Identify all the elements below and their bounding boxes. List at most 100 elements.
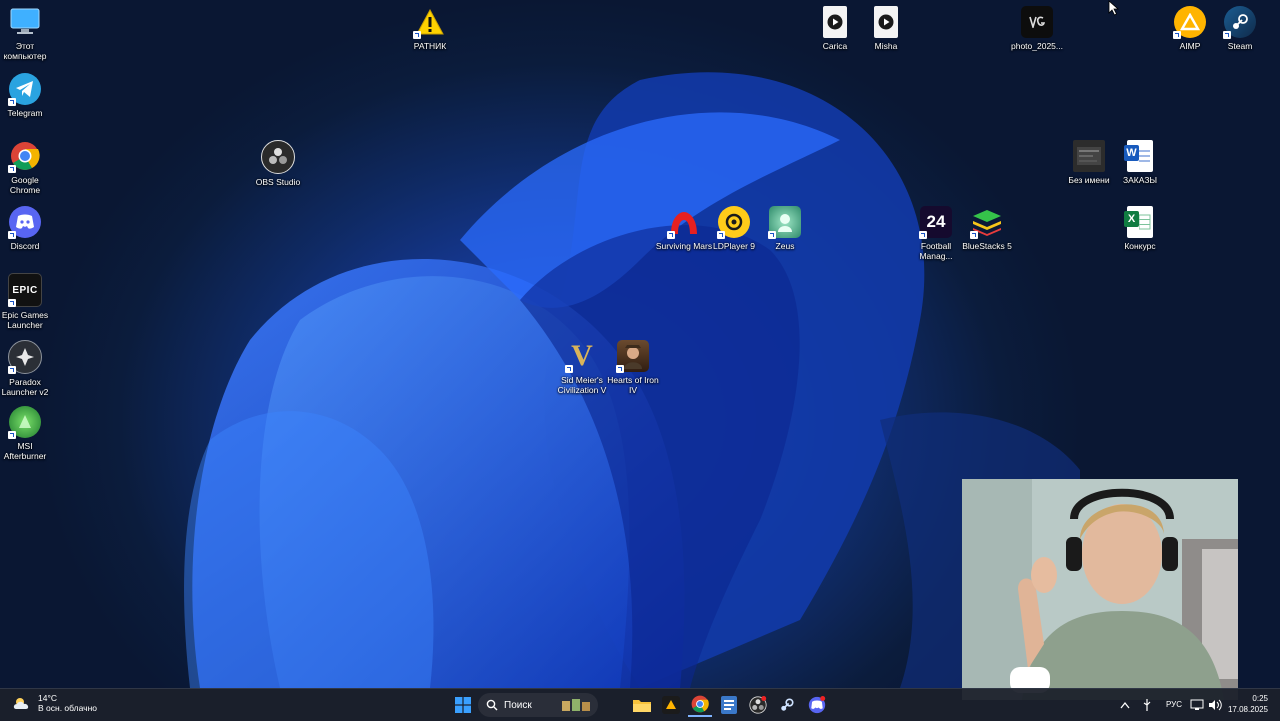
usb-icon[interactable] — [1142, 699, 1152, 711]
ldplayer-icon — [717, 206, 750, 239]
steam-icon — [1223, 6, 1256, 39]
desktop-icon-discord[interactable]: Discord — [0, 206, 54, 251]
desktop-icon-misha[interactable]: Misha — [857, 6, 915, 51]
volume-icon[interactable] — [1208, 699, 1222, 711]
taskbar-chrome[interactable] — [688, 693, 712, 717]
desktop-icon-label: Google Chrome — [9, 175, 41, 195]
hearts-of-iron-icon — [616, 340, 649, 373]
taskbar-discord[interactable] — [805, 693, 829, 717]
chrome-icon — [691, 695, 709, 713]
weather-widget[interactable]: 14°C В осн. облачно — [12, 693, 97, 713]
warning-icon — [413, 6, 446, 39]
bluestacks-icon — [970, 206, 1003, 239]
excel-document-icon: X — [1124, 206, 1153, 238]
mouse-cursor — [1108, 0, 1120, 16]
desktop-icon-zeus[interactable]: Zeus — [756, 206, 814, 251]
desktop-icon-label: Zeus — [775, 241, 795, 251]
taskbar-obs[interactable] — [746, 693, 770, 717]
pinned-app-icon — [662, 696, 680, 714]
zeus-icon — [768, 206, 801, 239]
system-tray: РУС 0:25 17.08.2025 — [1110, 689, 1280, 721]
desktop-icon-label: Telegram — [7, 108, 43, 118]
video-file-icon — [874, 6, 898, 38]
network-icon[interactable] — [1190, 699, 1204, 711]
video-file-icon — [823, 6, 847, 38]
weather-condition: В осн. облачно — [38, 703, 97, 713]
notepad-icon — [721, 696, 737, 714]
desktop-icon-label: Без имени — [1068, 175, 1110, 185]
paradox-icon — [8, 340, 42, 374]
desktop-icon-google-chrome[interactable]: Google Chrome — [0, 140, 54, 195]
taskbar-steam[interactable] — [775, 693, 799, 717]
desktop-icon-msi-afterburner[interactable]: MSI Afterburner — [0, 406, 54, 461]
desktop-icon-ratnik[interactable]: РАТНИК — [401, 6, 459, 51]
desktop-icon-label: Epic Games Launcher — [1, 310, 49, 330]
file-explorer-icon — [633, 700, 651, 712]
obs-icon — [749, 696, 767, 714]
desktop-icon-label: LDPlayer 9 — [712, 241, 756, 251]
desktop-icon-label: Carica — [822, 41, 848, 51]
telegram-icon — [8, 73, 41, 106]
epic-games-icon: EPIC — [8, 273, 42, 307]
desktop-icon-label: Paradox Launcher v2 — [1, 377, 49, 397]
surviving-mars-icon — [667, 206, 700, 239]
desktop-icon-bluestacks[interactable]: BlueStacks 5 — [958, 206, 1016, 251]
desktop-icon-civilization-v[interactable]: V Sid Meier's Civilization V — [553, 339, 611, 395]
aimp-icon — [1173, 6, 1206, 39]
desktop-icon-obs-studio[interactable]: OBS Studio — [249, 140, 307, 187]
image-file-icon — [1021, 6, 1053, 38]
webcam-person-image — [962, 479, 1238, 700]
widgets-icon — [562, 699, 590, 711]
weather-cloud-icon — [13, 698, 29, 709]
desktop-icon-label: Hearts of Iron IV — [607, 375, 659, 395]
discord-icon — [8, 206, 41, 239]
taskbar-file-explorer[interactable] — [630, 693, 654, 717]
football-manager-icon: 24 — [919, 206, 952, 239]
desktop-icon-photo-2025[interactable]: photo_2025... — [1008, 6, 1066, 51]
monitor-icon — [9, 6, 41, 38]
image-file-icon — [1073, 140, 1105, 172]
desktop-icon-label: Этот компьютер — [3, 41, 47, 61]
desktop-icon-ldplayer[interactable]: LDPlayer 9 — [705, 206, 763, 251]
start-button[interactable] — [452, 693, 474, 717]
msi-afterburner-icon — [8, 406, 41, 439]
chevron-up-icon[interactable] — [1120, 701, 1130, 709]
desktop-icon-epic-games[interactable]: EPIC Epic Games Launcher — [0, 273, 54, 330]
desktop-icon-telegram[interactable]: Telegram — [0, 73, 54, 118]
desktop-icon-konkurs[interactable]: X Конкурс — [1111, 206, 1169, 251]
desktop-icon-label: Steam — [1227, 41, 1253, 51]
webcam-overlay — [962, 479, 1238, 700]
desktop-icon-zakazy[interactable]: W ЗАКАЗЫ — [1111, 140, 1169, 185]
search-placeholder: Поиск — [504, 699, 532, 711]
language-indicator[interactable]: РУС — [1166, 700, 1182, 709]
taskbar: 14°C В осн. облачно Поиск РУС 0:25 17.08… — [0, 688, 1280, 721]
desktop-icon-football-manager[interactable]: 24 Football Manag... — [907, 206, 965, 261]
desktop-icon-steam[interactable]: Steam — [1211, 6, 1269, 51]
obs-icon — [261, 140, 295, 174]
word-logo: W — [1124, 145, 1139, 161]
desktop-icon-label: ЗАКАЗЫ — [1123, 175, 1157, 185]
desktop-icon-label: Football Manag... — [919, 241, 953, 261]
chrome-icon — [8, 140, 41, 173]
desktop-icon-label: Misha — [874, 41, 898, 51]
clock-date[interactable]: 17.08.2025 — [1228, 705, 1268, 714]
desktop-icon-hearts-of-iron[interactable]: Hearts of Iron IV — [604, 340, 662, 395]
taskbar-pinned-app[interactable] — [659, 693, 683, 717]
fm-logo-text: 24 — [926, 212, 946, 231]
desktop-icon-label: Discord — [10, 241, 40, 251]
desktop-icon-label: photo_2025... — [1011, 41, 1063, 51]
desktop-icon-label: РАТНИК — [413, 41, 447, 51]
desktop-icon-bez-imeni[interactable]: Без имени — [1060, 140, 1118, 185]
clock-time[interactable]: 0:25 — [1252, 694, 1268, 703]
excel-logo: X — [1124, 211, 1139, 227]
taskbar-notepad[interactable] — [717, 693, 741, 717]
desktop-icon-this-pc[interactable]: Этот компьютер — [0, 6, 54, 61]
epic-logo-text: EPIC — [12, 284, 38, 296]
start-icon — [455, 697, 471, 713]
taskbar-search[interactable]: Поиск — [478, 693, 598, 717]
desktop-icon-carica[interactable]: Carica — [806, 6, 864, 51]
desktop-icon-paradox-launcher[interactable]: Paradox Launcher v2 — [0, 340, 54, 397]
steam-icon — [781, 698, 794, 711]
desktop-icon-label: OBS Studio — [255, 177, 301, 187]
search-icon — [486, 699, 498, 711]
